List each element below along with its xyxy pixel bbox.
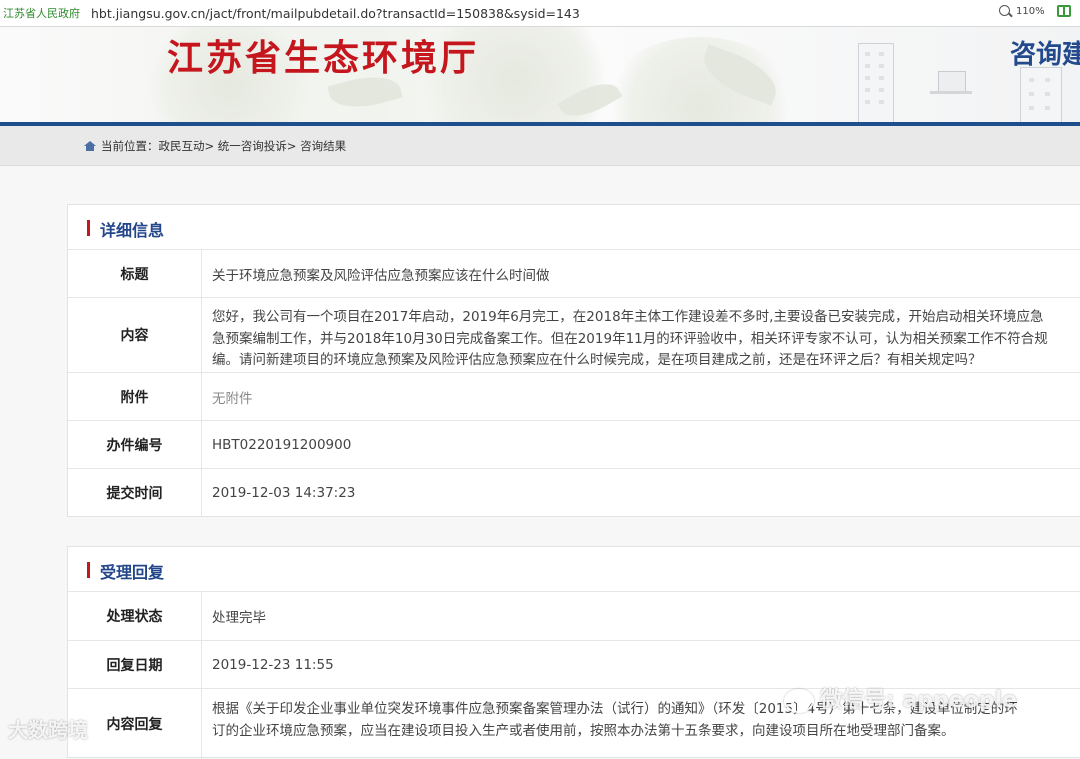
row-label: 提交时间 xyxy=(68,469,202,516)
browser-address-bar: 江苏省人民政府 hbt.jiangsu.gov.cn/jact/front/ma… xyxy=(0,0,1080,27)
watermark-left: 大数跨境 xyxy=(8,718,88,742)
site-tag[interactable]: 江苏省人民政府 xyxy=(0,5,91,21)
reply-panel: 受理回复 处理状态 处理完毕 回复日期 2019-12-23 11:55 内容回… xyxy=(67,546,1080,759)
url-field[interactable]: hbt.jiangsu.gov.cn/jact/front/mailpubdet… xyxy=(91,6,580,21)
home-icon xyxy=(84,140,96,151)
reading-mode-icon[interactable] xyxy=(1057,5,1071,17)
laptop-illustration xyxy=(938,71,966,92)
breadcrumb-item-gov-interaction[interactable]: 政民互动 xyxy=(159,139,205,153)
row-label: 处理状态 xyxy=(68,592,202,640)
detail-row-submit-time: 提交时间 2019-12-03 14:37:23 xyxy=(68,469,1080,516)
row-label: 附件 xyxy=(68,373,202,420)
row-label: 内容 xyxy=(68,298,202,372)
breadcrumb-item-current: 咨询结果 xyxy=(300,138,347,153)
details-panel: 详细信息 标题 关于环境应急预案及风险评估应急预案应该在什么时间做 内容 您好，… xyxy=(67,204,1080,517)
zoom-level[interactable]: 110% xyxy=(1016,6,1045,17)
row-label: 回复日期 xyxy=(68,641,202,688)
section-marker xyxy=(87,562,90,578)
details-panel-title: 详细信息 xyxy=(100,221,165,240)
attachment-value: 无附件 xyxy=(212,390,253,407)
content-line: 您好，我公司有一个项目在2017年启动，2019年6月完工，在2018年主体工作… xyxy=(212,309,1044,325)
row-label: 标题 xyxy=(68,250,202,297)
breadcrumb-prefix: 当前位置： xyxy=(101,138,159,153)
building-illustration xyxy=(1020,67,1062,122)
reply-panel-header: 受理回复 xyxy=(68,547,1080,592)
content-value: 您好，我公司有一个项目在2017年启动，2019年6月完工，在2018年主体工作… xyxy=(202,298,1048,372)
zoom-icon[interactable] xyxy=(999,5,1010,16)
submit-time-value: 2019-12-03 14:37:23 xyxy=(212,484,356,501)
section-marker xyxy=(87,220,90,236)
breadcrumb-separator: > xyxy=(204,138,215,153)
detail-row-case-no: 办件编号 HBT0220191200900 xyxy=(68,421,1080,469)
breadcrumb-item-consult-complaint[interactable]: 统一咨询投诉 xyxy=(218,139,287,153)
details-panel-header: 详细信息 xyxy=(68,205,1080,250)
reply-date-value: 2019-12-23 11:55 xyxy=(212,656,334,673)
watermark-right: 微信号: appeople xyxy=(784,682,1017,714)
breadcrumb: 当前位置：政民互动> 统一咨询投诉> 咨询结果 xyxy=(0,126,1080,166)
building-illustration xyxy=(858,43,894,122)
content-line: 编。请问新建项目的环境应急预案及风险评估应急预案应在什么时候完成，是在项目建成之… xyxy=(212,352,982,368)
site-banner: 江苏省生态环境厅 咨询建 xyxy=(0,27,1080,122)
reply-line: 订的企业环境应急预案，应当在建设项目投入生产或者使用前，按照本办法第十五条要求，… xyxy=(212,722,955,739)
wechat-icon xyxy=(784,689,814,713)
detail-row-content: 内容 您好，我公司有一个项目在2017年启动，2019年6月完工，在2018年主… xyxy=(68,298,1080,373)
breadcrumb-separator: > xyxy=(286,138,297,153)
banner-section-title: 咨询建 xyxy=(1010,40,1080,70)
watermark-text: 微信号: appeople xyxy=(820,688,1018,713)
content-line: 急预案编制工作，并与2018年10月30日完成备案工作。但在2019年11月的环… xyxy=(212,330,1048,347)
case-no-value: HBT0220191200900 xyxy=(212,436,352,453)
subject-value: 关于环境应急预案及风险评估应急预案应该在什么时间做 xyxy=(212,267,550,284)
laptop-base xyxy=(930,91,972,94)
row-label: 办件编号 xyxy=(68,421,202,468)
reply-panel-title: 受理回复 xyxy=(100,563,165,582)
detail-row-attachment: 附件 无附件 xyxy=(68,373,1080,421)
reply-row-status: 处理状态 处理完毕 xyxy=(68,592,1080,641)
detail-row-subject: 标题 关于环境应急预案及风险评估应急预案应该在什么时间做 xyxy=(68,250,1080,298)
site-title: 江苏省生态环境厅 xyxy=(167,37,480,79)
status-value: 处理完毕 xyxy=(212,610,266,626)
